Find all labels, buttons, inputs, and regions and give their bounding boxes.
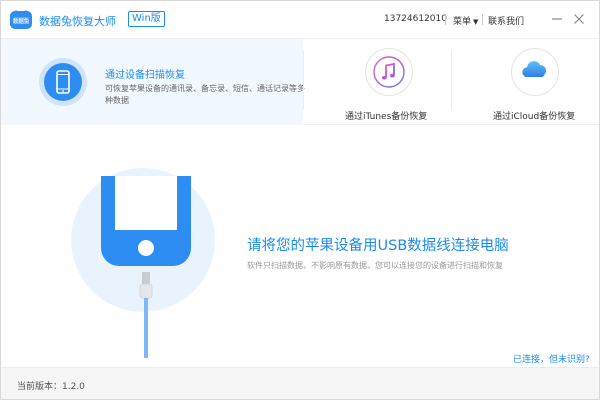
title-bar: 数据兔 数据兔恢复大师 Win版 13724612010 菜单 ▼ 联系我们 — [1, 1, 599, 39]
lightning-connector — [142, 272, 150, 284]
connect-instruction-subtitle: 软件只扫描数据，不影响原有数据，您可以连接您的设备进行扫描和恢复 — [247, 261, 503, 270]
tab-itunes-backup[interactable]: 通过iTunes备份恢复 — [304, 39, 451, 125]
tab-icloud-backup-label: 通过iCloud备份恢复 — [493, 112, 576, 122]
main-panel: 请将您的苹果设备用USB数据线连接电脑 软件只扫描数据，不影响原有数据，您可以连… — [1, 126, 599, 366]
chevron-down-icon: ▼ — [473, 18, 479, 26]
tab-itunes-backup-label: 通过iTunes备份恢复 — [345, 112, 428, 122]
tab-device-scan[interactable]: 通过设备扫描恢复 可恢复苹果设备的通讯录、备忘录、短信、通话记录等多种数据 — [1, 39, 305, 125]
usb-connect-illustration — [101, 176, 191, 358]
divider — [482, 14, 483, 25]
edition-badge: Win版 — [128, 11, 165, 27]
divider — [445, 14, 446, 25]
account-phone[interactable]: 13724612010 — [384, 14, 447, 24]
minimize-button[interactable] — [547, 9, 567, 29]
device-icon-circle — [39, 58, 87, 106]
icloud-icon-circle — [511, 48, 559, 96]
minimize-icon — [552, 18, 562, 20]
contact-us-link[interactable]: 联系我们 — [488, 14, 524, 27]
close-button[interactable] — [569, 9, 589, 29]
device-icon-bg — [44, 63, 82, 101]
connected-not-recognized-link[interactable]: 已连接，但未识别? — [513, 352, 590, 365]
app-logo: 数据兔 — [10, 10, 32, 29]
iphone-icon — [56, 70, 70, 94]
recovery-mode-tabs: 通过设备扫描恢复 可恢复苹果设备的通讯录、备忘录、短信、通话记录等多种数据 通过… — [1, 39, 599, 125]
tab-device-scan-desc: 可恢复苹果设备的通讯录、备忘录、短信、通话记录等多种数据 — [105, 84, 305, 105]
itunes-icon-circle — [365, 48, 413, 96]
close-icon — [574, 14, 584, 24]
itunes-icon — [373, 56, 405, 88]
app-title: 数据兔恢复大师 — [39, 15, 116, 28]
version-label: 当前版本：1.2.0 — [17, 382, 85, 392]
tab-device-scan-title: 通过设备扫描恢复 — [105, 70, 185, 81]
connect-instruction-title: 请将您的苹果设备用USB数据线连接电脑 — [247, 238, 509, 254]
logo-text: 数据兔 — [13, 17, 30, 25]
menu-button[interactable]: 菜单 ▼ — [453, 14, 478, 27]
tab-icloud-backup[interactable]: 通过iCloud备份恢复 — [452, 39, 599, 125]
status-bar: 当前版本：1.2.0 — [1, 367, 599, 399]
icloud-icon — [522, 61, 547, 77]
app-window: 数据兔 数据兔恢复大师 Win版 13724612010 菜单 ▼ 联系我们 通… — [0, 0, 600, 400]
menu-label: 菜单 — [453, 17, 472, 27]
